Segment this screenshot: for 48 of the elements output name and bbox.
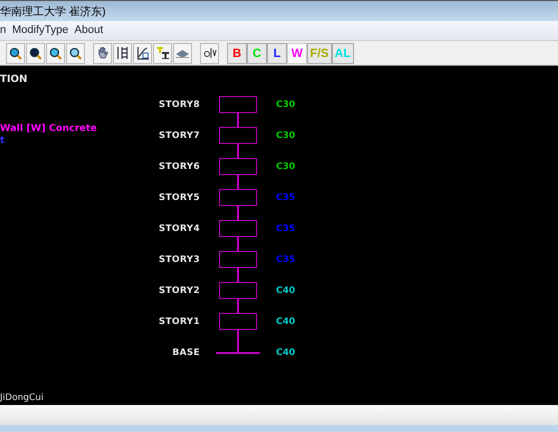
story-label: STORY2 [158, 286, 200, 296]
story-label: STORY8 [158, 100, 200, 110]
filter-button[interactable]: F/S [307, 42, 332, 64]
story-box [219, 313, 257, 330]
symbol-icon[interactable] [200, 42, 219, 64]
grade-label: C40 [276, 286, 296, 296]
grid-icon[interactable] [113, 42, 132, 64]
filter-button[interactable]: L [267, 42, 287, 64]
story-box [219, 220, 257, 237]
story-box [219, 96, 257, 113]
story-label: STORY4 [158, 224, 200, 234]
story-label: STORY5 [158, 192, 200, 202]
text-tool-icon[interactable] [153, 42, 172, 64]
story-box [219, 282, 257, 299]
grade-label: C40 [276, 348, 296, 358]
grade-label: C30 [276, 130, 296, 140]
window-title: 华南理工大学 崔济东) [0, 6, 106, 18]
grade-label: C30 [276, 162, 296, 172]
view-title: TION [0, 74, 28, 85]
story-box [219, 189, 257, 206]
story-box [219, 127, 257, 144]
grade-label: C35 [276, 192, 296, 202]
zoom-out-icon[interactable] [66, 42, 85, 64]
chart-icon[interactable] [133, 42, 152, 64]
story-label: STORY1 [158, 316, 200, 326]
legend-text: Wall [W] Concrete [0, 123, 98, 135]
grade-label: C40 [276, 316, 296, 326]
story-label: STORY7 [158, 130, 200, 140]
filter-button[interactable]: B [227, 42, 247, 64]
story-box [219, 158, 257, 175]
base-line [216, 352, 260, 354]
menu-item[interactable]: n [0, 22, 12, 39]
menu-item[interactable]: ModifyType [12, 22, 74, 39]
menu-item[interactable]: About [74, 22, 110, 39]
zoom-in-icon[interactable] [6, 42, 25, 64]
zoom-icon[interactable] [26, 42, 45, 64]
legend-text: t [0, 135, 6, 147]
grade-label: C35 [276, 254, 296, 264]
filter-button[interactable]: W [287, 42, 307, 64]
story-box [219, 251, 257, 268]
story-label: STORY6 [158, 162, 200, 172]
hand-icon[interactable] [93, 42, 112, 64]
grade-label: C30 [276, 100, 296, 110]
story-label: STORY3 [158, 254, 200, 264]
layers-icon[interactable] [173, 42, 192, 64]
story-label: BASE [171, 348, 200, 358]
grade-label: C35 [276, 224, 296, 234]
zoom-icon[interactable] [46, 42, 65, 64]
